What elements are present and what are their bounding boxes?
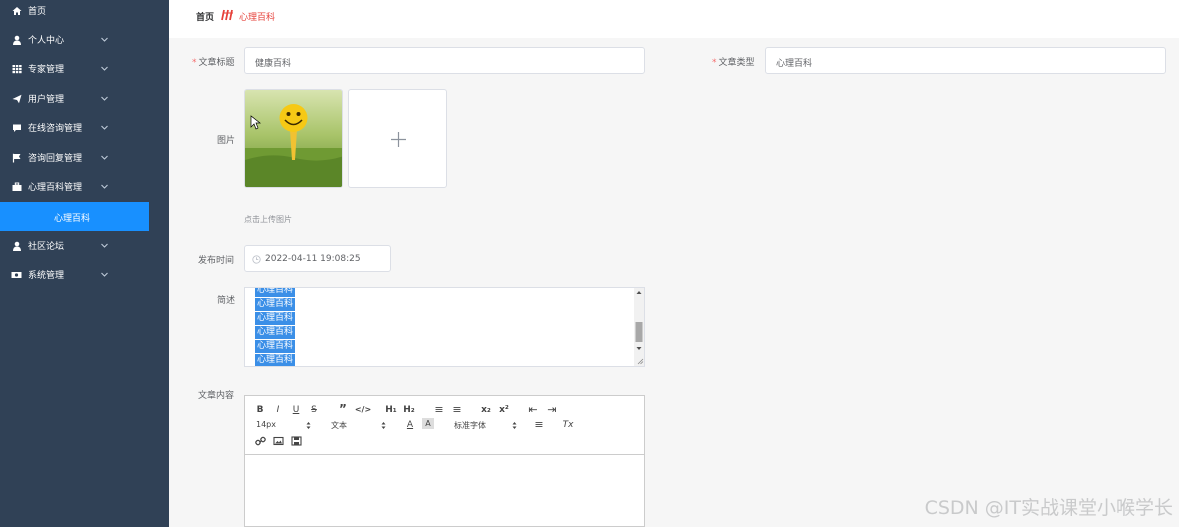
user-icon [11,34,22,45]
sidebar-item-label: 个人中心 [28,36,65,46]
sidebar-item-label: 心理百科管理 [28,183,83,193]
subscript-icon[interactable]: x₂ [479,403,493,416]
sidebar-item-label: 专家管理 [28,65,65,75]
sidebar-item-community-forum[interactable]: 社区论坛 [0,231,169,260]
breadcrumb-current: 心理百科 [239,13,276,23]
superscript-icon[interactable]: x² [497,403,511,416]
chevron-down-icon [101,272,108,277]
sidebar-item-label: 咨询回复管理 [28,154,83,164]
sidebar-item-label: 首页 [28,7,47,17]
watermark: CSDN @IT实战课堂小喉学长 [924,497,1173,519]
outdent-icon[interactable]: ⇤ [526,403,540,416]
sidebar-item-user-management[interactable]: 用户管理 [0,84,169,113]
chevron-down-icon [101,155,108,160]
font-color-icon[interactable]: A [404,418,416,431]
briefcase-icon [11,181,22,192]
upload-image-button[interactable] [348,89,447,188]
summary-line: 心理百科 [255,326,296,339]
sidebar-item-psych-encyclopedia-mgmt[interactable]: 心理百科管理 [0,172,169,201]
sidebar-subitem-label: 心理百科 [54,214,91,224]
uploaded-image[interactable] [244,89,343,188]
sidebar-item-home[interactable]: 首页 [0,0,169,25]
sidebar-item-label: 社区论坛 [28,242,65,252]
font-family-select[interactable]: 标准字体 [454,420,486,431]
bold-icon[interactable]: B [254,403,266,416]
code-icon[interactable]: </> [355,403,371,416]
sidebar-item-label: 系统管理 [28,271,65,281]
type-input[interactable]: 心理百科 [765,47,1166,74]
header: 首页 心理百科 [169,0,1179,38]
clock-icon [252,255,261,264]
flag-icon [11,152,22,163]
title-label: * 文章标题 [192,58,235,68]
chat-icon [11,122,22,133]
chevron-down-icon [101,243,108,248]
summary-line: 心理百科 [255,298,296,311]
title-input[interactable]: 健康百科 [244,47,645,74]
rich-text-editor[interactable]: B I U S ” </> H₁ H₂ ≡ ≡ x₂ x² ⇤ ⇥ 14px 文… [244,395,645,527]
send-icon [11,93,22,104]
breadcrumb-home[interactable]: 首页 [196,10,214,23]
chevron-down-icon [101,66,108,71]
plus-icon [391,132,406,147]
header-type-select[interactable]: 文本 [331,420,347,431]
background-color-icon[interactable]: A [422,418,434,429]
italic-icon[interactable]: I [272,403,284,416]
blockquote-icon[interactable]: ” [337,402,349,416]
select-arrows-icon [381,422,386,429]
publish-time-label: 发布时间 [198,256,235,266]
chevron-down-icon [101,125,108,130]
chevron-down-icon [101,37,108,42]
sidebar-item-label: 用户管理 [28,95,65,105]
home-icon [11,5,22,16]
breadcrumb-separator-icon [221,9,233,21]
link-icon[interactable] [255,436,266,446]
underline-icon[interactable]: U [290,403,302,416]
editor-toolbar: B I U S ” </> H₁ H₂ ≡ ≡ x₂ x² ⇤ ⇥ 14px 文… [245,396,644,455]
sidebar-subitem-psych-encyclopedia[interactable]: 心理百科 [0,202,149,231]
chevron-down-icon [101,96,108,101]
summary-line: 心理百科 [255,288,296,297]
sidebar-item-expert-management[interactable]: 专家管理 [0,54,169,83]
chevron-up-icon [101,184,108,189]
summary-line: 心理百科 [255,312,296,325]
video-icon[interactable] [291,436,302,446]
content-label: 文章内容 [198,391,235,401]
editor-content-area[interactable] [245,456,644,526]
grid-icon [11,63,22,74]
image-label: 图片 [217,136,236,146]
sidebar-item-label: 在线咨询管理 [28,124,83,134]
select-arrows-icon [306,422,311,429]
strikethrough-icon[interactable]: S [308,403,320,416]
summary-line: 心理百科 [255,354,296,366]
font-size-select[interactable]: 14px [256,420,276,429]
image-icon[interactable] [273,436,284,446]
summary-scrollbar[interactable] [634,288,644,366]
upload-tip: 点击上传图片 [244,215,292,224]
select-arrows-icon [512,422,517,429]
heading1-icon[interactable]: H₁ [384,403,398,416]
align-icon[interactable]: ≡ [533,418,545,431]
type-label: * 文章类型 [712,58,755,68]
settings-icon [11,269,22,280]
article-form: * 文章标题 健康百科 * 文章类型 心理百科 图片 点击上传图片 发布时间 2… [169,38,1179,527]
sidebar-item-online-consult[interactable]: 在线咨询管理 [0,113,169,142]
indent-icon[interactable]: ⇥ [545,403,559,416]
sidebar-item-consult-reply[interactable]: 咨询回复管理 [0,143,169,172]
sidebar: 首页 个人中心 专家管理 用户管理 在线咨询管理 咨询回复管理 心理百科管理 心… [0,0,169,527]
summary-label: 简述 [217,296,236,306]
summary-textarea[interactable]: 心理百科 心理百科 心理百科 心理百科 心理百科 心理百科 [244,287,645,367]
bullet-list-icon[interactable]: ≡ [450,403,464,416]
user-icon [11,240,22,251]
heading2-icon[interactable]: H₂ [402,403,416,416]
summary-line: 心理百科 [255,340,296,353]
sidebar-item-system-management[interactable]: 系统管理 [0,260,169,289]
ordered-list-icon[interactable]: ≡ [432,403,446,416]
clear-format-icon[interactable]: Tx [562,418,574,431]
publish-time-picker[interactable]: 2022-04-11 19:08:25 [244,245,391,272]
sidebar-item-personal-center[interactable]: 个人中心 [0,25,169,54]
smiley-photo [245,90,342,187]
